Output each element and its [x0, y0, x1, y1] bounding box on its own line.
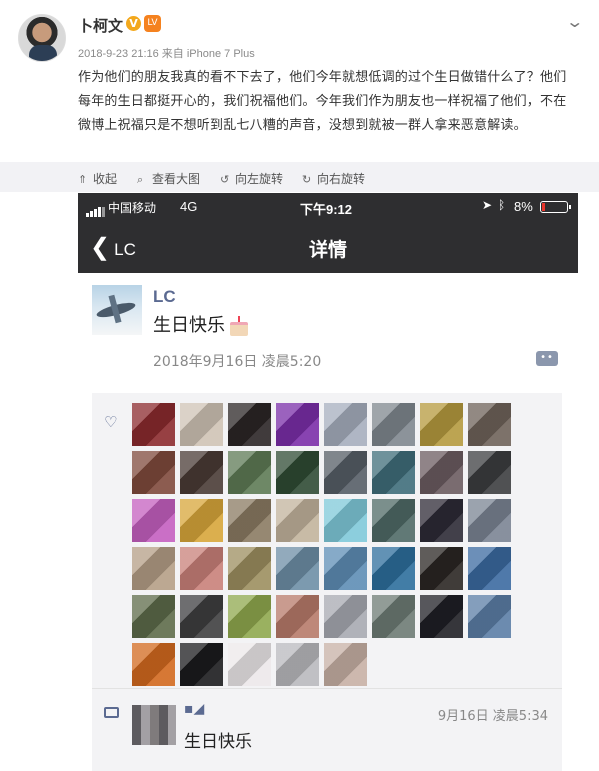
liker-avatar[interactable]	[132, 595, 175, 638]
liker-avatar[interactable]	[180, 547, 223, 590]
liker-avatar[interactable]	[324, 499, 367, 542]
liker-avatar[interactable]	[228, 643, 271, 686]
nav-title: 详情	[308, 239, 347, 261]
rotate-right-button[interactable]: ↻ 向右旋转	[302, 170, 365, 187]
liker-avatar[interactable]	[276, 499, 319, 542]
liker-avatar[interactable]	[372, 499, 415, 542]
rotate-left-button[interactable]: ↺ 向左旋转	[220, 170, 283, 187]
more-options-icon[interactable]: ••	[536, 351, 558, 366]
liker-avatar[interactable]	[228, 547, 271, 590]
liker-avatar[interactable]	[180, 451, 223, 494]
signal-icon	[86, 202, 106, 217]
liker-avatar[interactable]	[420, 499, 463, 542]
chevron-down-icon[interactable]: ⌄	[565, 12, 584, 31]
network-label: 4G	[180, 199, 198, 214]
rotate-left-icon: ↺	[220, 173, 230, 186]
comment-text: 生日快乐	[184, 732, 252, 752]
liker-avatar[interactable]	[276, 403, 319, 446]
view-large-label: 查看大图	[152, 172, 201, 186]
collapse-button[interactable]: ⇑ 收起	[78, 170, 117, 187]
nav-bar: ❮ LC 详情	[78, 221, 578, 273]
battery-icon	[540, 201, 571, 213]
comment-time: 9月16日 凌晨5:34	[437, 709, 548, 724]
liker-avatar[interactable]	[228, 595, 271, 638]
liker-avatar[interactable]	[180, 499, 223, 542]
liker-avatar[interactable]	[468, 451, 511, 494]
liker-avatar[interactable]	[180, 595, 223, 638]
carrier-label: 中国移动	[108, 201, 157, 215]
liker-avatar[interactable]	[276, 451, 319, 494]
verified-badge-icon: V	[126, 16, 141, 31]
moment-avatar[interactable]	[92, 285, 142, 335]
moment-text: 生日快乐	[153, 311, 249, 337]
view-large-button[interactable]: ⌕ 查看大图	[137, 170, 200, 187]
image-actions-bar: ⇑ 收起 ⌕ 查看大图 ↺ 向左旋转 ↻ 向右旋转	[0, 162, 599, 192]
wechat-screenshot-image[interactable]: 中国移动 4G 下午9:12 ➤ ᛒ 8% ❮ LC 详情 LC 生日快乐 201…	[78, 193, 578, 771]
liker-avatar[interactable]	[228, 403, 271, 446]
liker-avatar[interactable]	[132, 499, 175, 542]
liker-avatar[interactable]	[420, 451, 463, 494]
liker-avatar[interactable]	[468, 403, 511, 446]
weibo-post: 卜柯文 V LV ⌄ 2018-9-23 21:16 来自 iPhone 7 P…	[0, 0, 599, 160]
liker-avatar[interactable]	[372, 451, 415, 494]
comment-avatar[interactable]	[132, 705, 176, 745]
rotate-right-icon: ↻	[302, 173, 312, 186]
liker-avatar[interactable]	[372, 595, 415, 638]
liker-avatar[interactable]	[372, 547, 415, 590]
liker-avatar[interactable]	[228, 451, 271, 494]
liker-avatar[interactable]	[276, 595, 319, 638]
rotate-left-label: 向左旋转	[235, 172, 284, 186]
liker-avatar[interactable]	[420, 547, 463, 590]
location-icon: ➤	[482, 198, 493, 212]
liker-avatar[interactable]	[324, 595, 367, 638]
post-text: 作为他们的朋友我真的看不下去了，他们今年就想低调的过个生日做错什么了？他们每年的…	[78, 70, 567, 133]
liker-avatar[interactable]	[132, 403, 175, 446]
liker-avatar[interactable]	[276, 547, 319, 590]
liker-avatar[interactable]	[132, 451, 175, 494]
liker-avatar[interactable]	[420, 403, 463, 446]
comment-icon	[104, 707, 119, 718]
username[interactable]: 卜柯文	[78, 15, 123, 36]
comment-author[interactable]: ▪◢	[184, 701, 204, 717]
bluetooth-icon: ᛒ	[498, 198, 506, 212]
moment-text-label: 生日快乐	[153, 315, 225, 336]
status-time: 下午9:12	[300, 202, 353, 217]
status-bar: 中国移动 4G 下午9:12 ➤ ᛒ 8%	[78, 193, 578, 221]
birthday-cake-icon	[229, 315, 249, 336]
battery-percent: 8%	[514, 199, 533, 214]
liker-avatar[interactable]	[324, 643, 367, 686]
liker-avatar[interactable]	[468, 547, 511, 590]
liker-avatar[interactable]	[468, 595, 511, 638]
heart-icon: ♡	[104, 413, 118, 431]
liker-avatar[interactable]	[180, 403, 223, 446]
liker-avatar[interactable]	[468, 499, 511, 542]
liker-avatar[interactable]	[132, 643, 175, 686]
user-avatar[interactable]	[18, 14, 66, 62]
zoom-icon: ⌕	[137, 173, 144, 186]
comment-item[interactable]: ▪◢ 9月16日 凌晨5:34 生日快乐	[92, 689, 562, 771]
collapse-label: 收起	[93, 172, 118, 186]
moment-author[interactable]: LC	[153, 287, 176, 307]
level-badge-icon: LV	[144, 15, 161, 32]
liker-avatar[interactable]	[420, 595, 463, 638]
liker-avatar[interactable]	[372, 403, 415, 446]
liker-avatar[interactable]	[132, 547, 175, 590]
liker-avatar[interactable]	[276, 643, 319, 686]
liker-avatar[interactable]	[180, 643, 223, 686]
liker-avatar[interactable]	[324, 451, 367, 494]
collapse-icon: ⇑	[78, 173, 88, 186]
liker-avatar[interactable]	[228, 499, 271, 542]
liker-avatar[interactable]	[324, 403, 367, 446]
moment-card: LC 生日快乐 2018年9月16日 凌晨5:20 •• ♡ ▪◢ 9月16日 …	[78, 273, 578, 771]
liker-avatar[interactable]	[324, 547, 367, 590]
moment-time: 2018年9月16日 凌晨5:20	[153, 354, 322, 370]
rotate-right-label: 向右旋转	[317, 172, 366, 186]
post-meta: 2018-9-23 21:16 来自 iPhone 7 Plus	[78, 48, 255, 60]
